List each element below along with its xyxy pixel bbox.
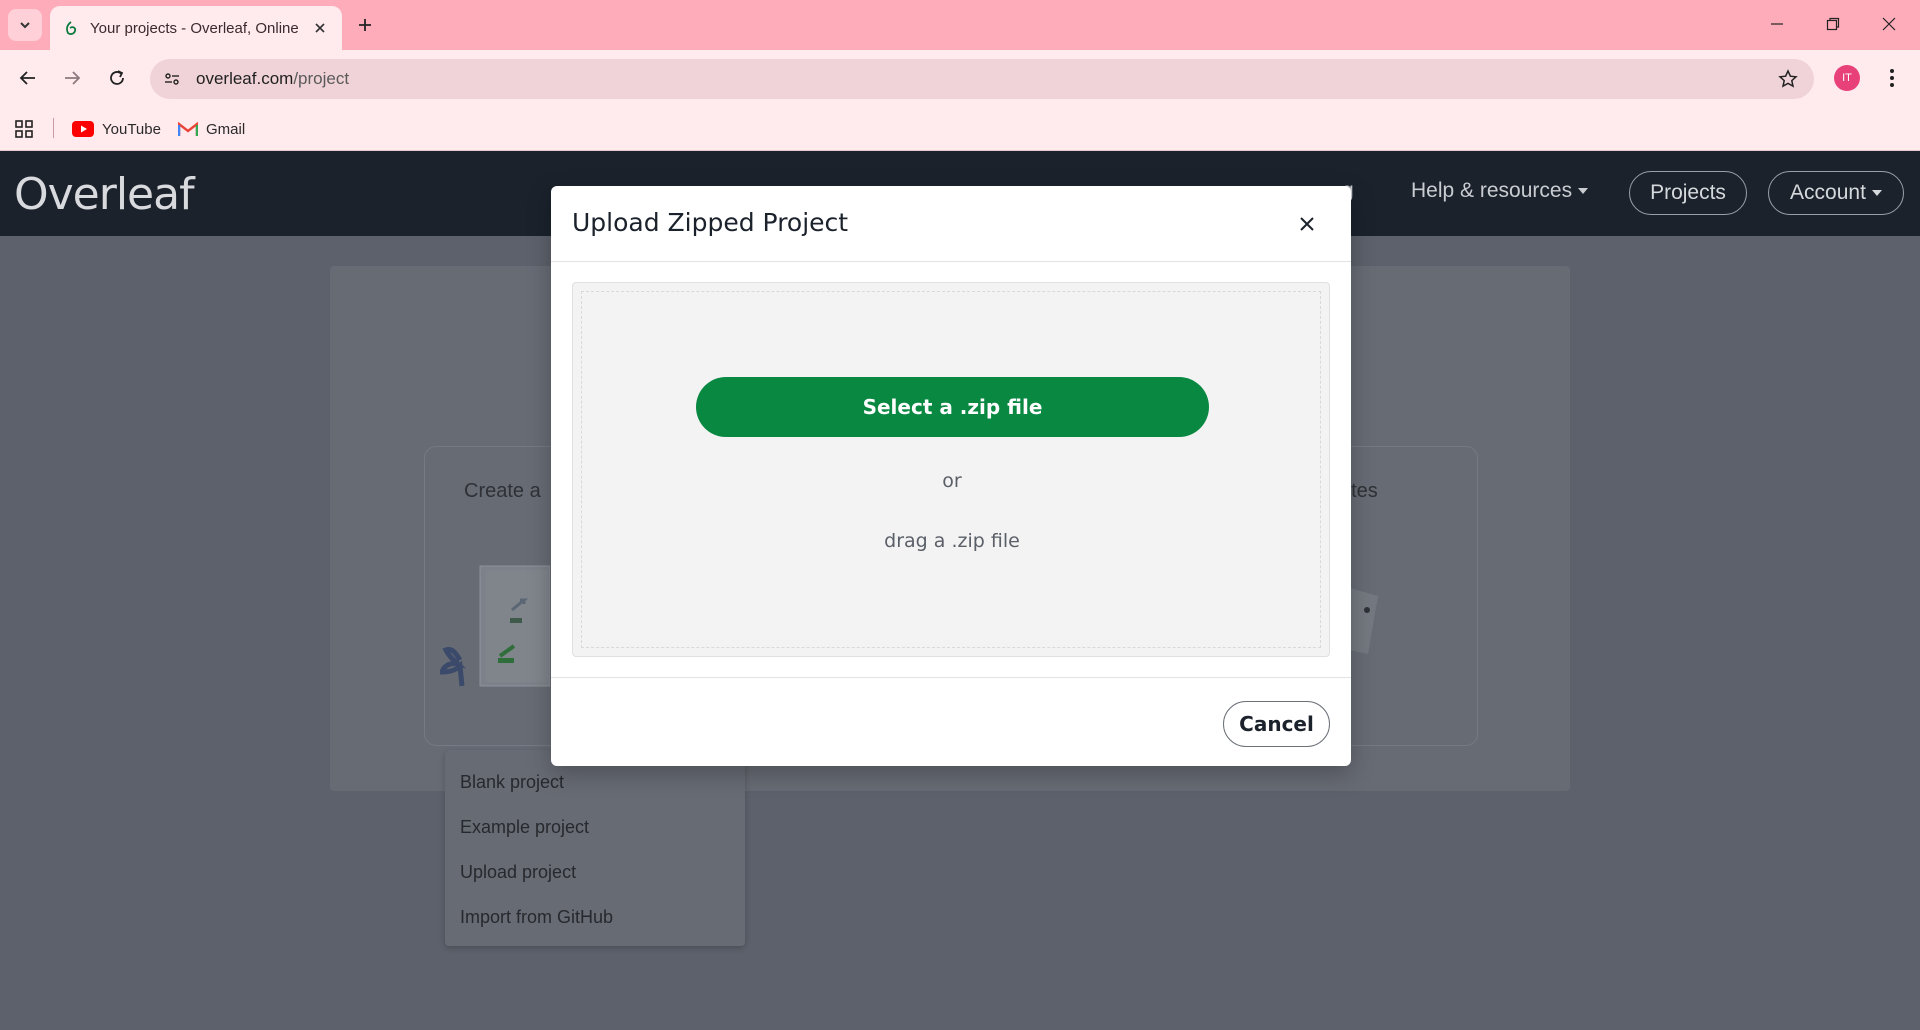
upload-zip-modal: Upload Zipped Project Select a .zip file… [551,186,1351,766]
back-button[interactable] [12,62,44,94]
file-dropzone[interactable]: Select a .zip file or drag a .zip file [572,282,1330,657]
tab-close-icon[interactable] [310,18,330,38]
bookmark-gmail[interactable]: Gmail [178,116,245,142]
arrow-left-icon [19,71,35,85]
plus-icon [359,19,371,31]
bookmark-label: Gmail [206,120,246,138]
menu-item-blank-project[interactable]: Blank project [460,772,564,793]
close-icon [1882,17,1896,31]
bookmark-youtube[interactable]: YouTube [72,116,161,142]
modal-footer: Cancel [551,677,1351,766]
modal-title: Upload Zipped Project [572,208,849,237]
cancel-button[interactable]: Cancel [1223,701,1330,747]
gmail-icon [178,121,198,137]
bookmark-label: YouTube [102,120,161,138]
modal-header: Upload Zipped Project [551,186,1351,262]
forward-button[interactable] [56,62,88,94]
create-project-heading: Create a [464,480,541,502]
new-tab-button[interactable] [352,12,378,38]
reload-icon [110,70,124,85]
new-project-illustration [440,565,550,687]
restore-button[interactable] [1810,8,1856,40]
menu-item-example-project[interactable]: Example project [460,817,589,838]
tab-title: Your projects - Overleaf, Online [90,19,299,37]
menu-item-upload-project[interactable]: Upload project [460,862,576,883]
browser-toolbar: overleaf.com/project IT [0,50,1920,106]
bookmark-star-icon[interactable] [1776,67,1800,91]
minimize-button[interactable] [1754,8,1800,40]
chevron-down-icon [20,22,30,29]
arrow-right-icon [65,71,81,85]
modal-close-button[interactable] [1293,210,1321,238]
browser-tabstrip: Your projects - Overleaf, Online [0,0,1920,50]
close-window-button[interactable] [1866,8,1912,40]
url-text: overleaf.com/project [196,69,350,88]
site-info-icon[interactable] [157,64,187,94]
reload-button[interactable] [101,62,133,94]
select-zip-button[interactable]: Select a .zip file [696,377,1209,437]
new-project-dropdown: Blank project Example project Upload pro… [445,750,745,946]
or-separator-text: or [942,470,962,492]
youtube-icon [72,121,94,137]
overleaf-favicon-icon [62,19,80,37]
close-icon [1300,217,1314,231]
bookmarks-separator [53,118,54,138]
browser-menu-icon[interactable] [1880,64,1904,92]
restore-icon [1826,17,1840,31]
menu-item-import-github[interactable]: Import from GitHub [460,907,613,928]
bookmarks-bar: YouTube Gmail [0,106,1920,151]
dropzone-inner: Select a .zip file or drag a .zip file [581,291,1321,648]
browser-tab-active[interactable]: Your projects - Overleaf, Online [50,6,342,50]
profile-avatar[interactable]: IT [1834,65,1860,91]
drag-zip-hint: drag a .zip file [884,530,1020,552]
tab-search-button[interactable] [8,9,42,41]
apps-grid-icon[interactable] [14,119,34,139]
minimize-icon [1771,23,1783,25]
address-bar[interactable]: overleaf.com/project [150,59,1814,99]
